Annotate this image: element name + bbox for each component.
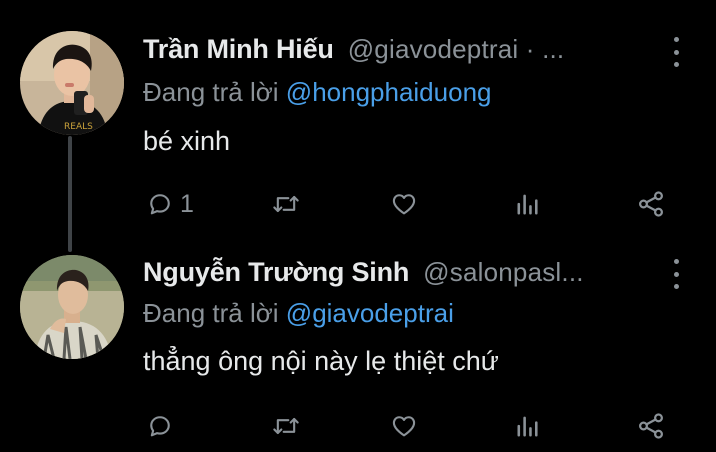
tweet-header: Nguyễn Trường Sinh @salonpasl...: [143, 257, 584, 288]
like-icon: [392, 416, 416, 437]
reply-icon: [150, 416, 170, 437]
mention-link[interactable]: @hongphaiduong: [286, 77, 492, 107]
retweet-button[interactable]: [270, 186, 302, 222]
share-button[interactable]: [636, 186, 666, 222]
username-handle[interactable]: @salonpasl...: [423, 257, 584, 288]
mention-link[interactable]: @giavodeptrai: [286, 298, 454, 328]
like-button[interactable]: [389, 186, 419, 222]
like-icon: [392, 194, 416, 215]
views-button[interactable]: [514, 408, 542, 444]
reply-button[interactable]: [146, 408, 180, 444]
share-icon: [638, 413, 664, 439]
avatar[interactable]: REALS: [20, 31, 124, 135]
avatar[interactable]: [20, 255, 124, 359]
outdoor-avatar-image: [20, 255, 124, 359]
action-bar: [0, 408, 716, 444]
share-icon: [638, 191, 664, 217]
tweet-text: thẳng ông nội này lẹ thiệt chứ: [143, 346, 499, 376]
retweet-button[interactable]: [270, 408, 302, 444]
more-icon[interactable]: [670, 37, 682, 67]
selfie-avatar-image: REALS: [20, 31, 124, 135]
reply-count: 1: [180, 189, 194, 218]
reply-button[interactable]: 1: [146, 186, 194, 222]
retweet-icon: [273, 195, 299, 213]
like-button[interactable]: [389, 408, 419, 444]
share-button[interactable]: [636, 408, 666, 444]
views-icon: [517, 194, 538, 215]
views-icon: [517, 416, 538, 437]
svg-text:REALS: REALS: [64, 122, 93, 132]
tweet-text: bé xinh: [143, 126, 231, 156]
action-bar: 1: [0, 186, 716, 222]
replying-to: Đang trả lời @giavodeptrai: [143, 298, 454, 329]
tweet-header: Trần Minh Hiếu @giavodeptrai · ...: [143, 34, 564, 65]
replying-to-label: Đang trả lời: [143, 77, 279, 107]
display-name[interactable]: Nguyễn Trường Sinh: [143, 257, 409, 288]
username-handle[interactable]: @giavodeptrai · ...: [348, 34, 565, 65]
retweet-icon: [273, 417, 299, 435]
replying-to-label: Đang trả lời: [143, 298, 279, 328]
replying-to: Đang trả lời @hongphaiduong: [143, 77, 492, 108]
display-name[interactable]: Trần Minh Hiếu: [143, 34, 334, 65]
reply-icon: [150, 194, 170, 215]
views-button[interactable]: [514, 186, 542, 222]
more-icon[interactable]: [670, 259, 682, 289]
